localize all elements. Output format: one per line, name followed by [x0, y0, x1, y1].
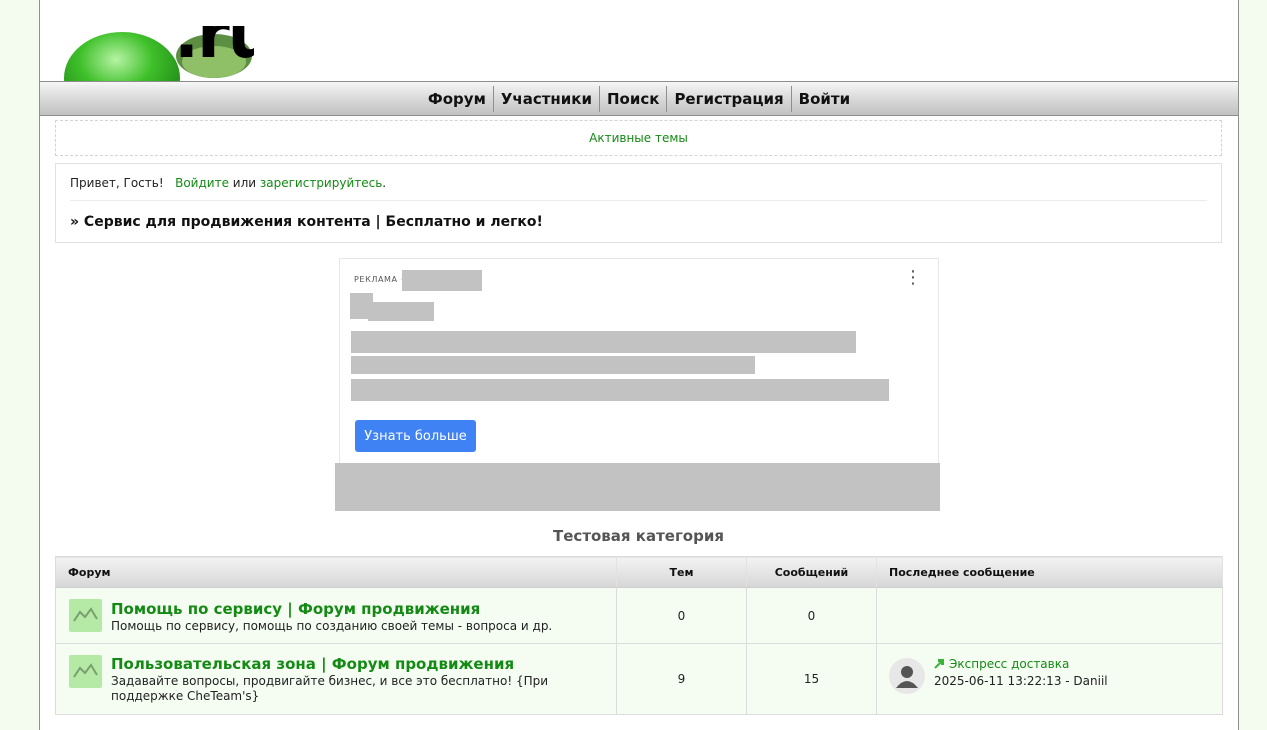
last-post-cell: Экспресс доставка 2025-06-11 13:22:13 - … [876, 643, 1223, 715]
active-topics-link[interactable]: Активные темы [589, 131, 688, 145]
site-logo[interactable]: .ru [64, 26, 254, 82]
page: .ru Форум Участники Поиск Регистрация Во… [39, 0, 1239, 730]
forum-description: Задавайте вопросы, продвигайте бизнес, и… [111, 674, 549, 703]
greeting-or: или [232, 176, 257, 190]
ad-redacted [351, 356, 755, 374]
table-row: Помощь по сервису | Форум продвижения По… [55, 587, 1223, 644]
forum-table: Форум Тем Сообщений Последнее сообщение … [55, 556, 1223, 715]
learn-more-button[interactable]: Узнать больше [355, 420, 476, 452]
ad-block[interactable]: РЕКЛАМА · ⋮ Узнать больше [339, 258, 939, 464]
ad-redacted [402, 270, 482, 291]
posts-count: 0 [746, 587, 877, 644]
more-icon[interactable]: ⋮ [904, 269, 922, 287]
greeting-hello: Привет, Гость! [70, 176, 164, 190]
divider [70, 200, 1207, 201]
category-title: Тестовая категория [553, 527, 724, 545]
nav-members[interactable]: Участники [494, 85, 600, 112]
ad-label: РЕКЛАМА · [354, 275, 404, 284]
topics-count: 0 [616, 587, 747, 644]
forum-cell: Пользовательская зона | Форум продвижени… [55, 643, 617, 715]
logo-text: .ru [174, 26, 254, 73]
greeting-dot: . [382, 176, 387, 190]
greeting-box: Привет, Гость! Войдите или зарегистрируй… [55, 163, 1222, 243]
forum-icon [69, 599, 102, 632]
col-header-forum: Форум [55, 556, 617, 588]
col-header-topics: Тем [616, 556, 747, 588]
ad-redacted [368, 302, 434, 321]
login-link[interactable]: Войдите [175, 176, 229, 190]
last-post-cell [876, 587, 1223, 644]
table-header-row: Форум Тем Сообщений Последнее сообщение [55, 556, 1223, 588]
forum-cell: Помощь по сервису | Форум продвижения По… [55, 587, 617, 644]
forum-title-link[interactable]: Пользовательская зона | Форум продвижени… [111, 655, 514, 673]
main-nav: Форум Участники Поиск Регистрация Войти [40, 81, 1238, 116]
forum-description: Помощь по сервису, помощь по созданию св… [111, 619, 553, 633]
col-header-last: Последнее сообщение [876, 556, 1223, 588]
last-post-title: Экспресс доставка [949, 657, 1070, 671]
nav-register[interactable]: Регистрация [667, 85, 792, 112]
register-link[interactable]: зарегистрируйтесь [260, 176, 382, 190]
forum-title-link[interactable]: Помощь по сервису | Форум продвижения [111, 600, 480, 618]
nav-forum[interactable]: Форум [421, 85, 494, 112]
avatar-icon[interactable] [889, 658, 925, 694]
header: .ru [40, 0, 1238, 82]
topics-count: 9 [616, 643, 747, 715]
posts-count: 15 [746, 643, 877, 715]
nav-search[interactable]: Поиск [600, 85, 668, 112]
arrow-icon [934, 659, 944, 669]
table-row: Пользовательская зона | Форум продвижени… [55, 643, 1223, 715]
ad-footer-redacted [335, 463, 940, 511]
forum-icon [69, 655, 102, 688]
greeting-line: Привет, Гость! Войдите или зарегистрируй… [70, 176, 386, 190]
nav-login[interactable]: Войти [792, 86, 857, 112]
last-post-meta: 2025-06-11 13:22:13 - Daniil [934, 674, 1108, 688]
ad-redacted [351, 331, 856, 353]
promo-link[interactable]: » Сервис для продвижения контента | Бесп… [70, 214, 543, 230]
ad-redacted [351, 379, 889, 401]
col-header-posts: Сообщений [746, 556, 877, 588]
last-post-link[interactable]: Экспресс доставка [934, 657, 1069, 671]
active-topics-bar: Активные темы [55, 120, 1222, 156]
